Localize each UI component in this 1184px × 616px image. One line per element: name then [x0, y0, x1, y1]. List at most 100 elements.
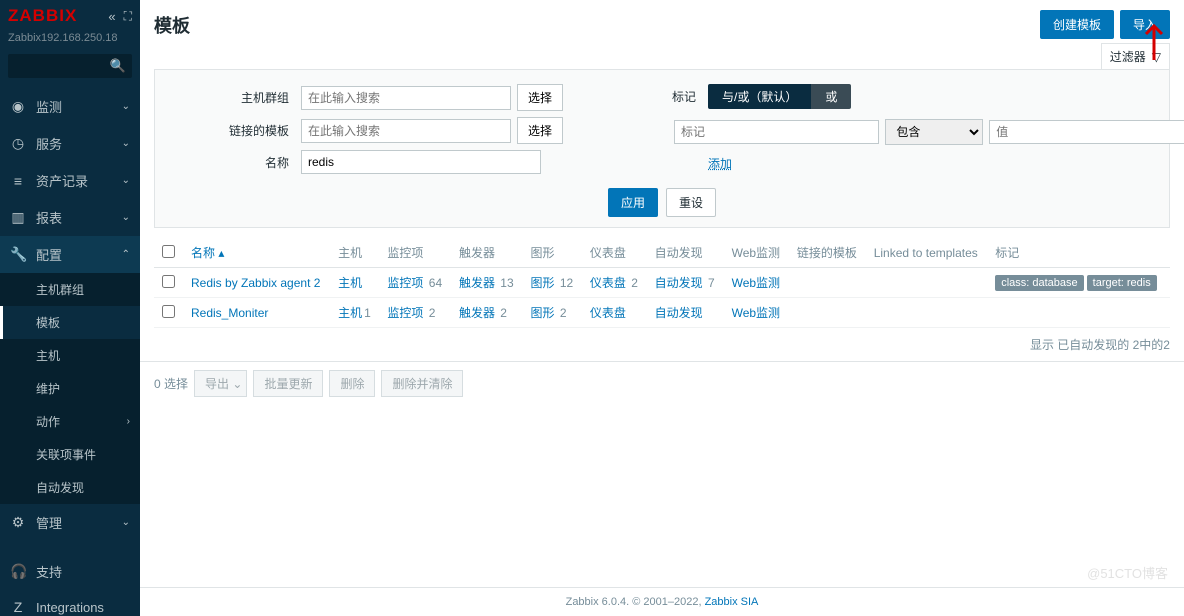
footer: Zabbix 6.0.4. © 2001–2022, Zabbix SIA: [140, 587, 1184, 616]
selected-count: 0 选择: [154, 375, 188, 392]
nav-integrations[interactable]: ZIntegrations: [0, 590, 140, 616]
col-discovery: 自动发现: [647, 238, 724, 268]
export-button[interactable]: 导出 ⌄: [194, 370, 247, 397]
web-link[interactable]: Web监测: [732, 276, 780, 290]
filter-toggle-label: 过滤器: [1110, 48, 1146, 65]
subnav-hosts[interactable]: 主机: [0, 339, 140, 372]
hostgroup-select-button[interactable]: 选择: [517, 84, 563, 111]
tag-mode-andor[interactable]: 与/或（默认）: [708, 84, 811, 109]
subnav-label: 动作: [36, 413, 60, 430]
row-checkbox[interactable]: [162, 275, 175, 288]
tag-name-input[interactable]: [674, 120, 879, 144]
discovery-link[interactable]: 自动发现: [655, 306, 703, 320]
nav-monitoring[interactable]: ◉ 监测 ⌄: [0, 88, 140, 125]
nav-label: 服务: [36, 134, 112, 153]
tag-value-input[interactable]: [989, 120, 1184, 144]
col-tags: 标记: [987, 238, 1170, 268]
name-filter-label: 名称: [155, 154, 295, 171]
template-name-link[interactable]: Redis by Zabbix agent 2: [191, 276, 320, 290]
tag-badge: class: database: [995, 275, 1083, 291]
nav-label: 报表: [36, 208, 112, 227]
page-title: 模板: [154, 12, 190, 38]
delete-clear-button[interactable]: 删除并清除: [381, 370, 463, 397]
name-filter-input[interactable]: [301, 150, 541, 174]
nav-admin[interactable]: ⚙管理⌄: [0, 504, 140, 541]
row-checkbox[interactable]: [162, 305, 175, 318]
server-name: Zabbix192.168.250.18: [0, 32, 140, 50]
filter-icon: ▽: [1152, 50, 1161, 64]
dashboards-link[interactable]: 仪表盘: [590, 276, 626, 290]
dashboards-link[interactable]: 仪表盘: [590, 306, 626, 320]
tag-operator-select[interactable]: 包含: [885, 119, 983, 145]
col-dashboards: 仪表盘: [582, 238, 647, 268]
graphs-link[interactable]: 图形: [530, 306, 554, 320]
chevron-down-icon: ⌄: [122, 101, 130, 112]
z-icon: Z: [10, 599, 26, 615]
table-row: Redis by Zabbix agent 2 主机 监控项 64 触发器 13…: [154, 268, 1170, 298]
delete-button[interactable]: 删除: [329, 370, 375, 397]
apply-filter-button[interactable]: 应用: [608, 188, 658, 217]
footer-link[interactable]: Zabbix SIA: [705, 596, 759, 608]
nav-config[interactable]: 🔧配置⌃: [0, 236, 140, 273]
templates-table: 名称 ▴ 主机 监控项 触发器 图形 仪表盘 自动发现 Web监测 链接的模板 …: [154, 238, 1170, 328]
chevron-down-icon: ⌄: [122, 175, 130, 186]
create-template-button[interactable]: 创建模板: [1040, 10, 1114, 39]
sidebar: ZABBIX « ⛶ Zabbix192.168.250.18 🔍 ◉监测⌄ ◷…: [0, 0, 140, 616]
bulk-actions: 0 选择 导出 ⌄ 批量更新 删除 删除并清除: [140, 361, 1184, 405]
list-icon: ≡: [10, 173, 26, 189]
subnav-correlation[interactable]: 关联项事件: [0, 438, 140, 471]
nav-services[interactable]: ◷服务⌄: [0, 125, 140, 162]
chevron-down-icon: ⌄: [122, 212, 130, 223]
global-search[interactable]: 🔍: [8, 54, 132, 78]
col-name[interactable]: 名称 ▴: [183, 238, 330, 268]
tag-filter-label: 标记: [662, 88, 702, 105]
nav-reports[interactable]: ▥ 报表 ⌄: [0, 199, 140, 236]
config-subnav: 主机群组 模板 主机 维护 动作› 关联项事件 自动发现: [0, 273, 140, 504]
discovery-link[interactable]: 自动发现: [655, 276, 703, 290]
subnav-maintenance[interactable]: 维护: [0, 372, 140, 405]
tag-mode-toggle[interactable]: 与/或（默认） 或: [708, 84, 851, 109]
clock-icon: ◷: [10, 135, 26, 152]
chevron-down-icon: ⌄: [232, 377, 242, 391]
web-link[interactable]: Web监测: [732, 306, 780, 320]
filter-toggle[interactable]: 过滤器 ▽: [1101, 43, 1170, 69]
search-input[interactable]: [14, 59, 110, 73]
subnav-actions[interactable]: 动作›: [0, 405, 140, 438]
page-header: 模板 创建模板 导入: [140, 0, 1184, 43]
fullscreen-icon[interactable]: ⛶: [124, 9, 132, 24]
search-icon[interactable]: 🔍: [110, 58, 126, 74]
tag-mode-or[interactable]: 或: [811, 84, 851, 109]
nav-inventory[interactable]: ≡资产记录⌄: [0, 162, 140, 199]
subnav-templates[interactable]: 模板: [0, 306, 140, 339]
nav-label: 监测: [36, 97, 112, 116]
linked-filter-input[interactable]: [301, 119, 511, 143]
watermark: @51CTO博客: [1087, 563, 1168, 582]
import-button[interactable]: 导入: [1120, 10, 1170, 39]
reset-filter-button[interactable]: 重设: [666, 188, 716, 217]
template-name-link[interactable]: Redis_Moniter: [191, 306, 268, 320]
select-all-checkbox[interactable]: [162, 245, 175, 258]
hosts-link[interactable]: 主机: [338, 306, 362, 320]
items-link[interactable]: 监控项: [387, 276, 423, 290]
chart-icon: ▥: [10, 209, 26, 226]
col-items: 监控项: [379, 238, 451, 268]
mass-update-button[interactable]: 批量更新: [253, 370, 323, 397]
hosts-link[interactable]: 主机: [338, 276, 362, 290]
linked-select-button[interactable]: 选择: [517, 117, 563, 144]
headset-icon: 🎧: [10, 563, 26, 580]
table-row: Redis_Moniter 主机1 监控项 2 触发器 2 图形 2 仪表盘 自…: [154, 298, 1170, 328]
nav-support[interactable]: 🎧支持: [0, 553, 140, 590]
hostgroup-filter-input[interactable]: [301, 86, 511, 110]
subnav-discovery[interactable]: 自动发现: [0, 471, 140, 504]
collapse-sidebar-icon[interactable]: «: [108, 9, 115, 24]
wrench-icon: 🔧: [10, 246, 26, 263]
triggers-link[interactable]: 触发器: [459, 276, 495, 290]
items-link[interactable]: 监控项: [387, 306, 423, 320]
nav-label: 管理: [36, 513, 112, 532]
subnav-hostgroups[interactable]: 主机群组: [0, 273, 140, 306]
tag-add-link[interactable]: 添加: [708, 155, 732, 172]
eye-icon: ◉: [10, 98, 26, 115]
hostgroup-filter-label: 主机群组: [155, 89, 295, 106]
graphs-link[interactable]: 图形: [530, 276, 554, 290]
triggers-link[interactable]: 触发器: [459, 306, 495, 320]
